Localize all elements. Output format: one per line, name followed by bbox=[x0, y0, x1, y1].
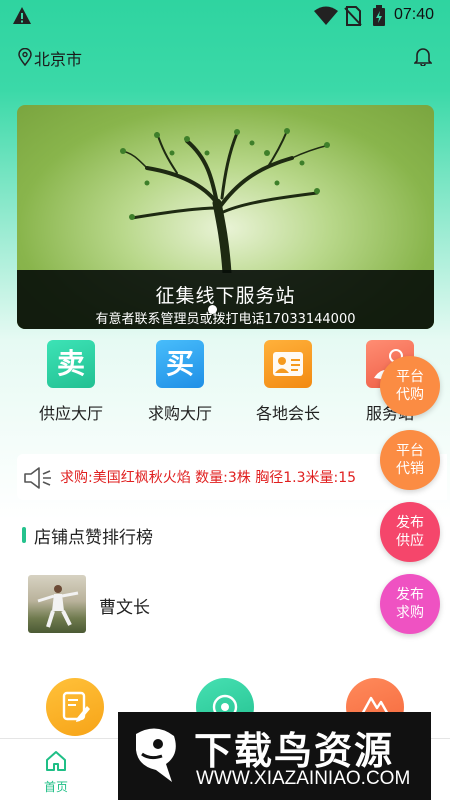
contact-card-icon bbox=[264, 340, 312, 388]
quick-action-label: 求购大厅 bbox=[147, 404, 212, 423]
header: 北京市 bbox=[0, 40, 450, 74]
bell-icon[interactable] bbox=[414, 46, 432, 66]
home-icon bbox=[46, 751, 66, 771]
notice-text: 求购:美国红枫秋火焰 数量:3株 胸径1.3米量:15 bbox=[60, 470, 357, 486]
document-edit-icon[interactable] bbox=[46, 678, 104, 736]
publish-supply-button[interactable]: 发布 供应 bbox=[380, 502, 440, 562]
watermark-title: 下载鸟资源 bbox=[194, 729, 395, 773]
fab-line: 代购 bbox=[396, 387, 424, 403]
watermark-overlay: 下载鸟资源 WWW.XIAZAINIAO.COM bbox=[118, 712, 431, 800]
carousel-indicator[interactable] bbox=[208, 305, 217, 314]
fab-line: 发布 bbox=[396, 515, 424, 531]
alert-icon bbox=[13, 7, 31, 24]
shop-name: 曹文长 bbox=[99, 598, 150, 618]
publish-purchase-button[interactable]: 发布 求购 bbox=[380, 574, 440, 634]
location-pin-icon[interactable] bbox=[18, 48, 32, 66]
section-accent-bar bbox=[22, 527, 26, 543]
fab-line: 代销 bbox=[396, 461, 424, 477]
fab-line: 平台 bbox=[396, 443, 424, 459]
fab-line: 供应 bbox=[396, 533, 424, 549]
tab-label: 首页 bbox=[43, 780, 68, 794]
city-selector[interactable]: 北京市 bbox=[34, 46, 82, 70]
no-sim-icon bbox=[344, 6, 362, 26]
buy-icon: 买 bbox=[156, 340, 204, 388]
ranking-title: 店铺点赞排行榜 bbox=[34, 528, 153, 548]
promo-banner[interactable]: 征集线下服务站 有意者联系管理员或拨打电话17033144000 bbox=[17, 105, 434, 329]
tree-illustration bbox=[120, 128, 330, 273]
watermark-url: WWW.XIAZAINIAO.COM bbox=[196, 768, 411, 789]
quick-action-label: 供应大厅 bbox=[38, 404, 103, 423]
wifi-icon bbox=[314, 6, 338, 25]
fab-line: 求购 bbox=[396, 605, 424, 621]
platform-purchase-button[interactable]: 平台 代购 bbox=[380, 356, 440, 416]
banner-subtitle: 有意者联系管理员或拨打电话17033144000 bbox=[95, 312, 356, 327]
status-bar: 07:40 bbox=[0, 0, 450, 32]
quick-action-label: 各地会长 bbox=[255, 404, 320, 423]
quick-action-supply-hall[interactable]: 卖 供应大厅 bbox=[31, 340, 111, 424]
quick-action-purchase-hall[interactable]: 买 求购大厅 bbox=[140, 340, 220, 424]
battery-icon bbox=[373, 5, 385, 26]
fab-line: 平台 bbox=[396, 369, 424, 385]
platform-consignment-button[interactable]: 平台 代销 bbox=[380, 430, 440, 490]
fab-line: 发布 bbox=[396, 587, 424, 603]
banner-title: 征集线下服务站 bbox=[155, 285, 296, 307]
tab-home[interactable]: 首页 bbox=[0, 739, 112, 800]
quick-action-local-presidents[interactable]: 各地会长 bbox=[248, 340, 328, 424]
speaker-icon bbox=[24, 467, 51, 489]
status-time: 07:40 bbox=[394, 6, 435, 23]
bird-logo-icon bbox=[136, 728, 176, 782]
shop-avatar bbox=[28, 575, 86, 633]
sell-icon: 卖 bbox=[47, 340, 95, 388]
shop-list-item[interactable]: 曹文长 bbox=[17, 565, 433, 642]
